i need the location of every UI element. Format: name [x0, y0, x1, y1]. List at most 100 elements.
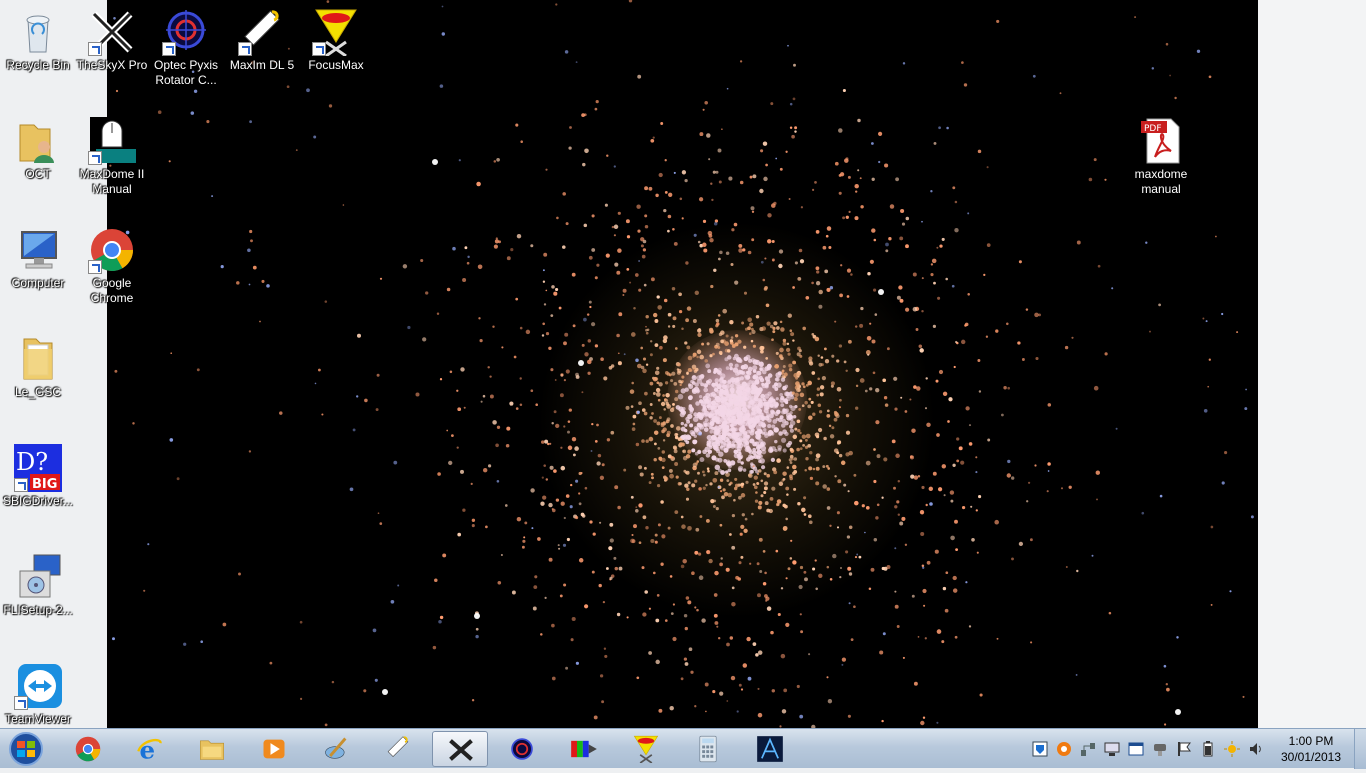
shortcut-arrow-icon [14, 478, 28, 492]
ie-icon: e [137, 735, 162, 763]
display-icon [1104, 742, 1120, 756]
desktop-icon-focusmax[interactable]: FocusMax [298, 8, 374, 73]
taskbar-calculator[interactable] [680, 731, 736, 767]
clock-date: 30/01/2013 [1280, 750, 1342, 764]
tray-brightness[interactable] [1224, 741, 1240, 757]
pyxis-icon [511, 738, 533, 760]
taskbar-star-chart[interactable] [742, 731, 798, 767]
taskbar-pyxis[interactable] [494, 731, 550, 767]
clock[interactable]: 1:00 PM 30/01/2013 [1276, 733, 1346, 765]
desktop-icon-maxdome-manual[interactable]: MaxDome II Manual [74, 117, 150, 197]
desktop-icon-label: Computer [11, 276, 65, 290]
taskbar-chrome[interactable] [60, 731, 116, 767]
user-folder-icon [19, 124, 54, 163]
tray-battery[interactable] [1200, 741, 1216, 757]
tray-window[interactable] [1128, 741, 1144, 757]
speaker-icon [1250, 743, 1261, 755]
star-field [109, 0, 1254, 728]
focusmax-icon [633, 735, 659, 763]
start-button[interactable] [4, 730, 48, 768]
shortcut-arrow-icon [88, 151, 102, 165]
shortcut-arrow-icon [162, 42, 176, 56]
pdf-file-icon: PDF [1141, 118, 1180, 164]
desktop-wallpaper [107, 0, 1258, 728]
taskbar-paint[interactable] [308, 731, 364, 767]
recycle-bin-icon [26, 15, 50, 53]
calculator-icon [699, 735, 717, 763]
taskbar-explorer[interactable] [184, 731, 240, 767]
desktop-icon-maxdome-pdf[interactable]: PDF maxdome manual [1123, 117, 1199, 197]
desktop-icon-sbigdriver[interactable]: D? BIG SBIGDriver... [0, 444, 76, 509]
installer-icon [19, 554, 61, 598]
clock-time: 1:00 PM [1288, 734, 1334, 748]
sbig-letters-bottom: BIG [32, 477, 57, 492]
taskbar-theskyx[interactable] [432, 731, 488, 767]
desktop-icon-label: TheSkyX Pro [76, 58, 148, 72]
shortcut-arrow-icon [238, 42, 252, 56]
chrome-icon [75, 736, 101, 762]
desktop-icon-maxim-dl5[interactable]: MaxIm DL 5 [224, 8, 300, 73]
tray-network[interactable] [1080, 741, 1096, 757]
battery-icon [1203, 741, 1213, 757]
rgb-arrow-icon [571, 740, 597, 758]
taskbar-focusmax[interactable] [618, 731, 674, 767]
desktop-icon-label: FocusMax [308, 58, 364, 72]
folder-icon [23, 338, 53, 380]
desktop-icon-oct[interactable]: OCT [0, 117, 76, 182]
desktop-icon-label: OCT [25, 167, 51, 181]
start-orb-icon [9, 732, 43, 766]
flag-icon [1178, 742, 1191, 756]
desktop-icon-label: maxdome manual [1134, 167, 1188, 196]
desktop-icon-google-chrome[interactable]: Google Chrome [74, 226, 150, 306]
orange-circle-icon [1057, 742, 1071, 756]
usb-icon [1154, 744, 1166, 756]
brightness-icon [1224, 741, 1240, 757]
shortcut-arrow-icon [88, 42, 102, 56]
tray-speaker[interactable] [1248, 741, 1264, 757]
tray-usb[interactable] [1152, 741, 1168, 757]
tray-flag[interactable] [1176, 741, 1192, 757]
tray-display[interactable] [1104, 741, 1120, 757]
media-player-icon [263, 739, 285, 759]
desktop-icon-optec-pyxis[interactable]: Optec Pyxis Rotator C... [148, 8, 224, 88]
taskbar-maxim[interactable] [370, 731, 426, 767]
theskyx-icon [449, 739, 473, 761]
star-chart-icon [757, 736, 783, 762]
tray-shield[interactable] [1032, 741, 1048, 757]
explorer-icon [200, 740, 224, 760]
sbig-letters-top: D? [16, 448, 48, 476]
system-tray [1028, 729, 1268, 769]
desktop-icon-label: MaxDome II Manual [79, 167, 145, 196]
desktop-icon-label: Recycle Bin [6, 58, 70, 72]
shield-icon [1032, 741, 1048, 757]
desktop-icon-flisetup[interactable]: FLISetup-2... [0, 553, 76, 618]
desktop-icon-recycle-bin[interactable]: Recycle Bin [0, 8, 76, 73]
show-desktop-button[interactable] [1354, 729, 1366, 769]
taskbar-rgb[interactable] [556, 731, 612, 767]
desktop-icon-label: FLISetup-2... [3, 603, 73, 617]
desktop-icon-teamviewer[interactable]: TeamViewer [0, 662, 76, 727]
desktop-icon-label: Optec Pyxis Rotator C... [153, 58, 219, 87]
desktop-icon-label: Le_GSC [14, 385, 62, 399]
pdf-badge-text: PDF [1144, 124, 1162, 134]
tray-orange[interactable] [1056, 741, 1072, 757]
maxim-icon [387, 736, 409, 757]
window-icon [1128, 742, 1144, 756]
desktop-icon-computer[interactable]: Computer [0, 226, 76, 291]
taskbar: e 1:00 PM 30/01/2013 [0, 728, 1366, 769]
shortcut-arrow-icon [88, 260, 102, 274]
desktop-icon-le-gsc[interactable]: Le_GSC [0, 335, 76, 400]
desktop-icon-label: TeamViewer [5, 712, 71, 726]
taskbar-ie[interactable]: e [122, 731, 178, 767]
network-icon [1081, 743, 1095, 756]
taskbar-media-player[interactable] [246, 731, 302, 767]
computer-icon [21, 231, 57, 269]
desktop-icon-label: Google Chrome [90, 276, 134, 305]
desktop-right-strip [1258, 0, 1366, 728]
shortcut-arrow-icon [14, 696, 28, 710]
desktop-icon-theskyx-pro[interactable]: TheSkyX Pro [74, 8, 150, 73]
paint-brush-icon [325, 737, 347, 759]
shortcut-arrow-icon [312, 42, 326, 56]
desktop-icon-label: SBIGDriver... [2, 494, 73, 508]
desktop-icon-label: MaxIm DL 5 [229, 58, 295, 72]
